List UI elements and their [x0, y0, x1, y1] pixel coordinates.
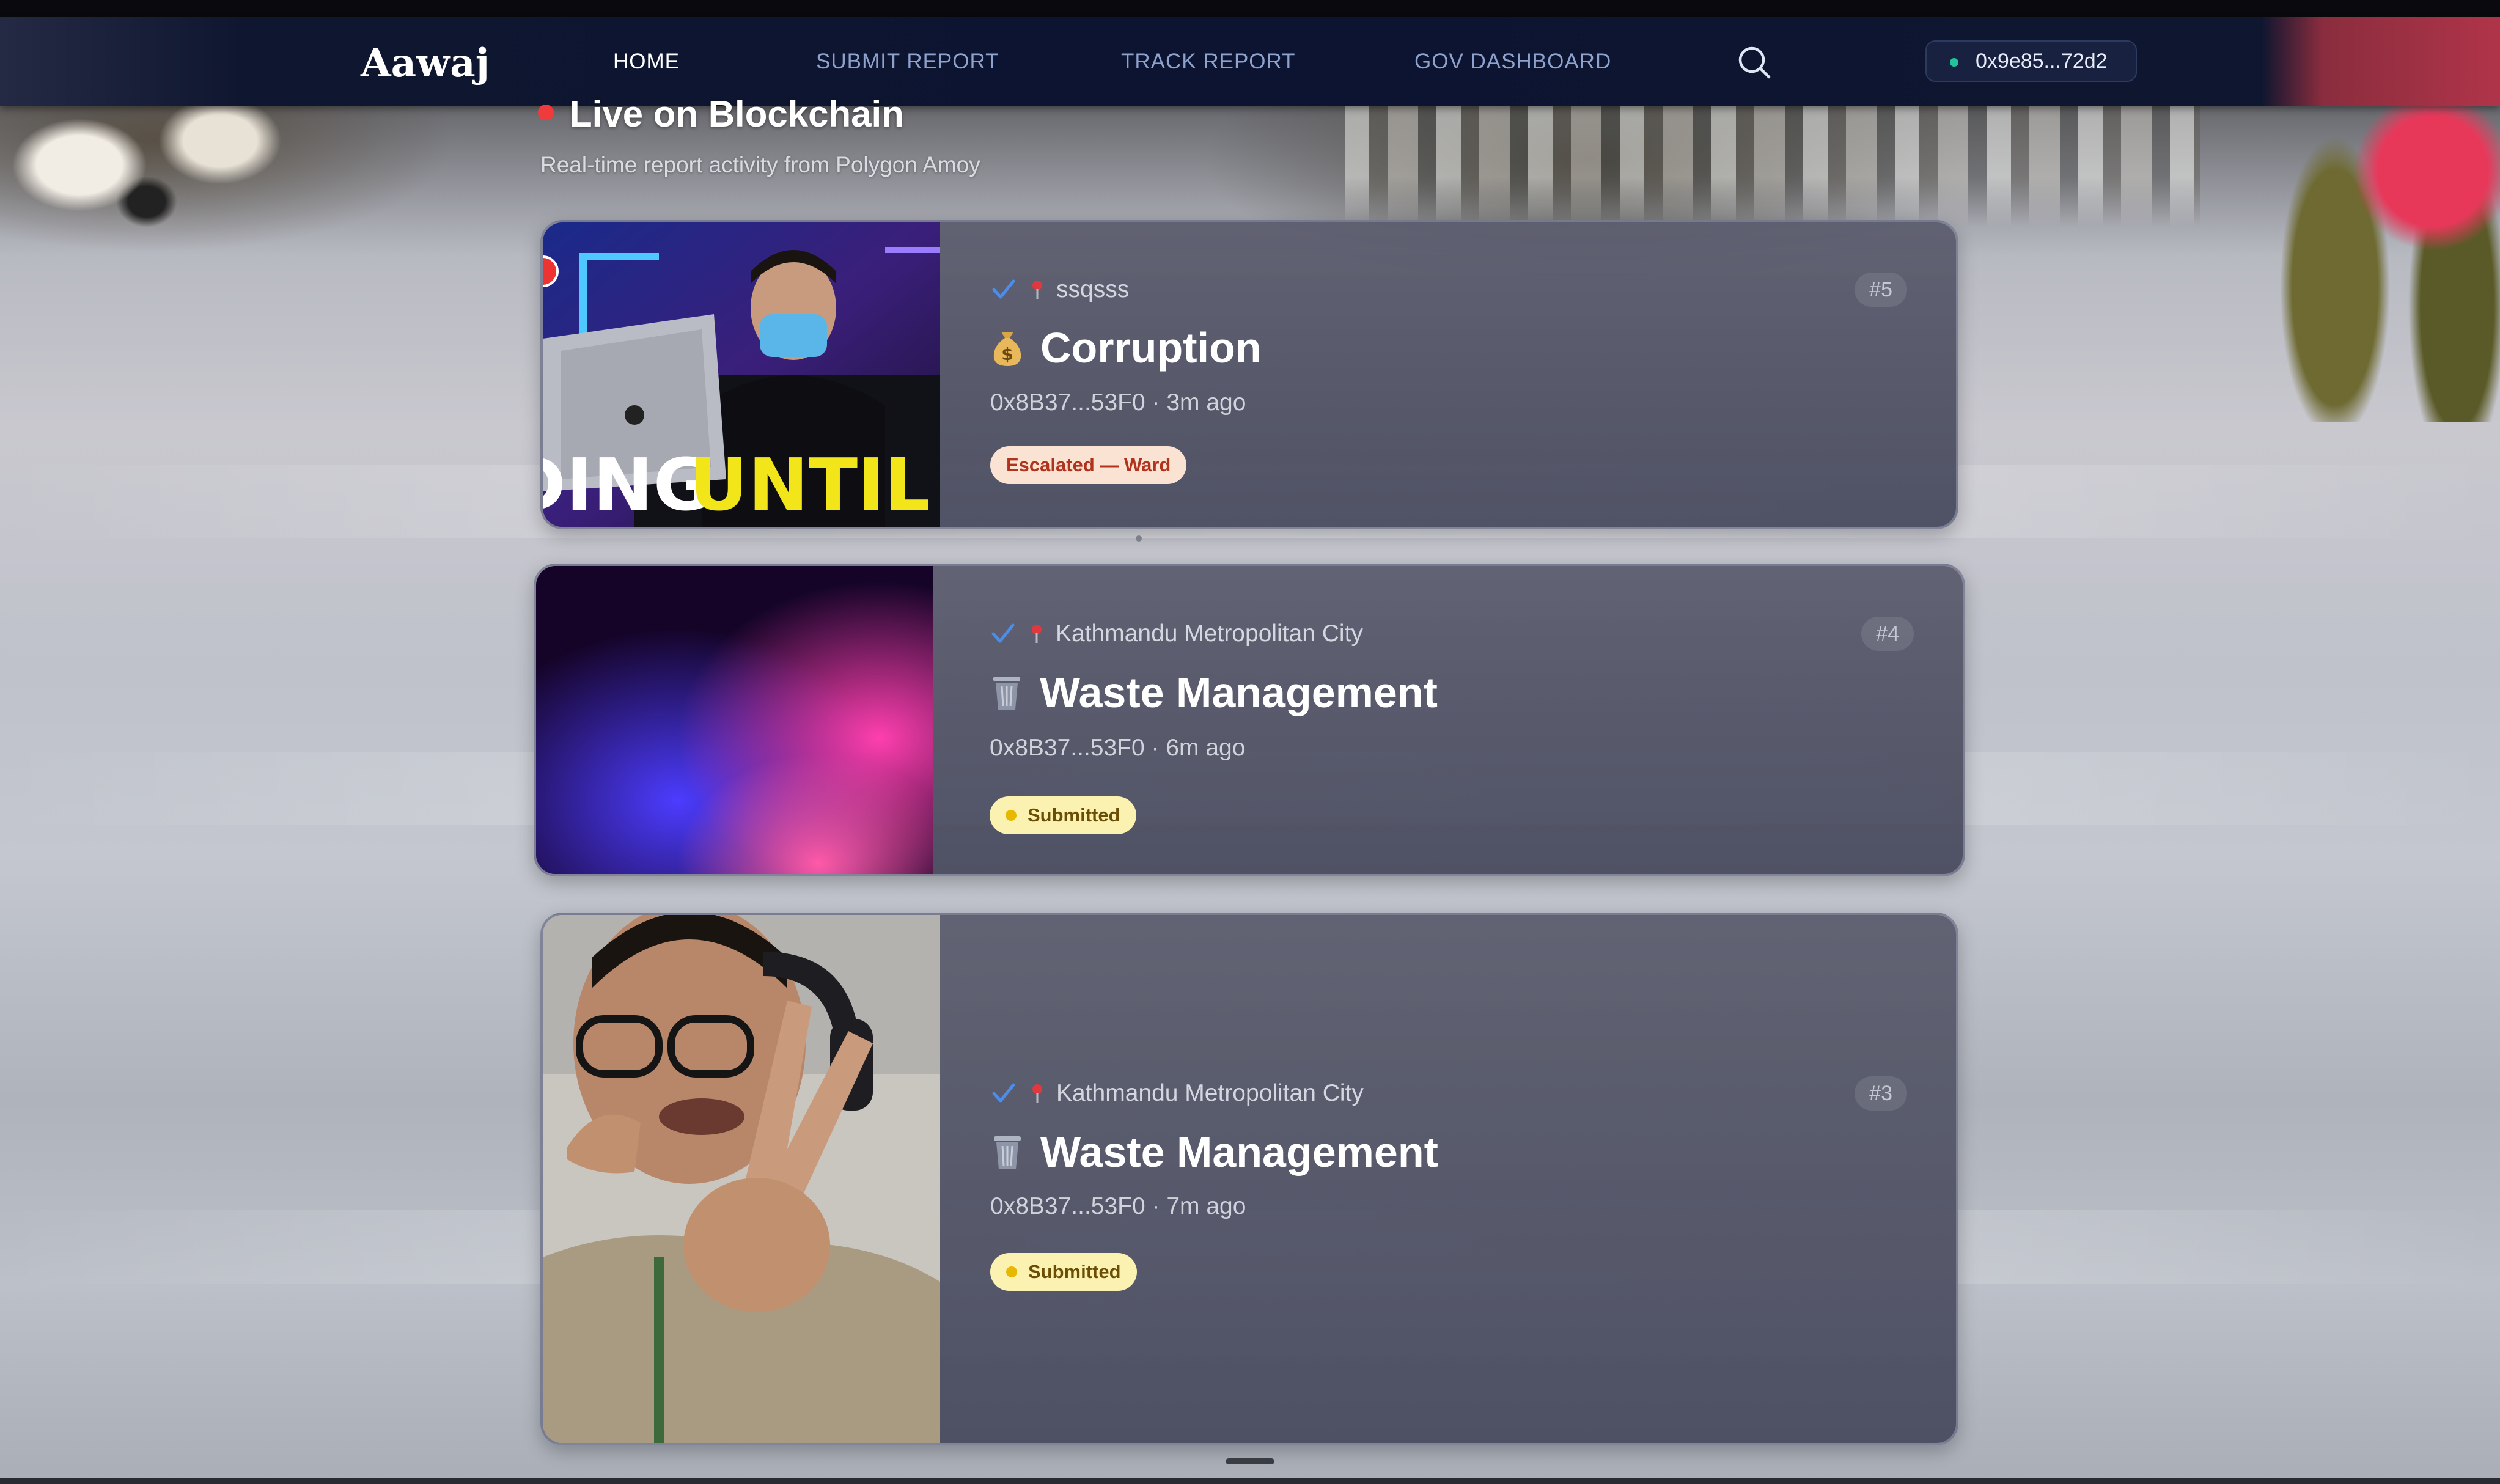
- background-town-image: [1345, 104, 2200, 226]
- svg-text:DING: DING: [543, 443, 712, 527]
- logo[interactable]: Aawaj: [361, 39, 490, 88]
- reporter-address: 0x8B37...53F0: [990, 389, 1145, 416]
- verified-check-icon: [992, 279, 1015, 299]
- meta-separator: ·: [1151, 735, 1166, 761]
- meta-separator: ·: [1152, 1193, 1167, 1219]
- thumbnail-photo: DING UNTIL HIRE: [543, 222, 940, 527]
- location-pin-icon: [1032, 281, 1042, 299]
- report-meta: ssqsss: [990, 274, 1129, 305]
- status-label: Submitted: [1028, 804, 1120, 826]
- verified-check-icon: [991, 623, 1015, 643]
- nav-link-gov-dashboard[interactable]: GOV DASHBOARD: [1414, 46, 1611, 77]
- wastebasket-icon: [994, 1136, 1021, 1169]
- wallet-status-dot: [1950, 58, 1958, 67]
- feed-subtitle: Real-time report activity from Polygon A…: [540, 152, 980, 177]
- report-time: 7m ago: [1166, 1193, 1246, 1219]
- report-card-body: Kathmandu Metropolitan City #4 Waste Man…: [939, 566, 1963, 874]
- report-reporter-time: 0x8B37...53F0 · 7m ago: [990, 1191, 1246, 1222]
- report-id-badge: #3: [1855, 1076, 1907, 1111]
- feed-heading: Live on Blockchain: [538, 89, 904, 138]
- report-location: ssqsss: [1056, 276, 1130, 303]
- location-pin-icon: [1032, 625, 1042, 643]
- report-category-title: Corruption: [1040, 324, 1262, 372]
- navbar: Aawaj HOME SUBMIT REPORT TRACK REPORT GO…: [0, 17, 2500, 106]
- report-reporter-time: 0x8B37...53F0 · 6m ago: [990, 733, 1245, 763]
- status-badge: Submitted: [990, 1253, 1137, 1291]
- report-time: 6m ago: [1166, 735, 1246, 761]
- background-flower-image: [2225, 104, 2500, 422]
- report-card[interactable]: Kathmandu Metropolitan City #3 Waste Man…: [540, 913, 1958, 1445]
- status-dot: [1006, 1266, 1017, 1277]
- report-card[interactable]: Kathmandu Metropolitan City #4 Waste Man…: [534, 564, 1965, 876]
- background-goat-image: [0, 104, 342, 263]
- report-meta: Kathmandu Metropolitan City: [990, 619, 1363, 649]
- reporter-address: 0x8B37...53F0: [990, 1193, 1145, 1219]
- status-badge: Escalated — Ward: [990, 446, 1187, 484]
- report-time: 3m ago: [1166, 389, 1246, 416]
- report-thumbnail: [536, 566, 933, 874]
- meta-separator: ·: [1152, 389, 1167, 416]
- status-dot: [1006, 810, 1017, 821]
- verified-check-icon: [992, 1083, 1015, 1103]
- search-icon[interactable]: [1736, 44, 1773, 81]
- report-reporter-time: 0x8B37...53F0 · 3m ago: [990, 388, 1246, 418]
- scroll-handle[interactable]: [1226, 1458, 1274, 1464]
- report-title-row: Waste Management: [990, 1125, 1438, 1180]
- report-thumbnail: [543, 915, 940, 1443]
- report-id-badge: #5: [1855, 273, 1907, 307]
- decorative-dot: [1136, 535, 1142, 542]
- report-id-badge: #4: [1861, 617, 1914, 651]
- report-category-title: Waste Management: [1040, 669, 1438, 716]
- wallet-address: 0x9e85...72d2: [1976, 50, 2108, 73]
- report-card[interactable]: DING UNTIL HIRE ssqsss #5 $ Corruption 0…: [540, 220, 1958, 529]
- report-meta: Kathmandu Metropolitan City: [990, 1078, 1364, 1109]
- report-card-body: ssqsss #5 $ Corruption 0x8B37...53F0 · 3…: [940, 222, 1956, 527]
- money-bag-icon: $: [993, 332, 1021, 366]
- report-location: Kathmandu Metropolitan City: [1056, 1080, 1364, 1106]
- status-label: Escalated — Ward: [1006, 454, 1171, 476]
- nav-link-submit-report[interactable]: SUBMIT REPORT: [816, 46, 999, 77]
- report-thumbnail: DING UNTIL HIRE: [543, 222, 940, 527]
- report-title-row: $ Corruption: [990, 320, 1262, 375]
- wallet-button[interactable]: 0x9e85...72d2: [1925, 40, 2137, 82]
- svg-text:UNTIL HIRE: UNTIL HIRE: [689, 443, 940, 527]
- report-category-title: Waste Management: [1040, 1128, 1438, 1176]
- reporter-address: 0x8B37...53F0: [990, 735, 1145, 761]
- status-badge: Submitted: [990, 796, 1136, 834]
- live-indicator-dot: [538, 105, 554, 120]
- wastebasket-icon: [993, 677, 1020, 710]
- thumbnail-photo: [543, 915, 940, 1443]
- report-card-body: Kathmandu Metropolitan City #3 Waste Man…: [940, 915, 1956, 1443]
- thumbnail-gradient-image: [536, 566, 933, 874]
- nav-link-track-report[interactable]: TRACK REPORT: [1121, 46, 1296, 77]
- window-bottom-strip: [0, 1478, 2500, 1484]
- status-label: Submitted: [1028, 1261, 1121, 1282]
- feed-title: Live on Blockchain: [570, 93, 904, 134]
- report-title-row: Waste Management: [990, 665, 1438, 720]
- window-top-strip: [0, 0, 2500, 17]
- location-pin-icon: [1032, 1084, 1042, 1103]
- nav-link-home[interactable]: HOME: [613, 46, 680, 77]
- svg-text:$: $: [1001, 344, 1013, 364]
- report-location: Kathmandu Metropolitan City: [1056, 620, 1363, 647]
